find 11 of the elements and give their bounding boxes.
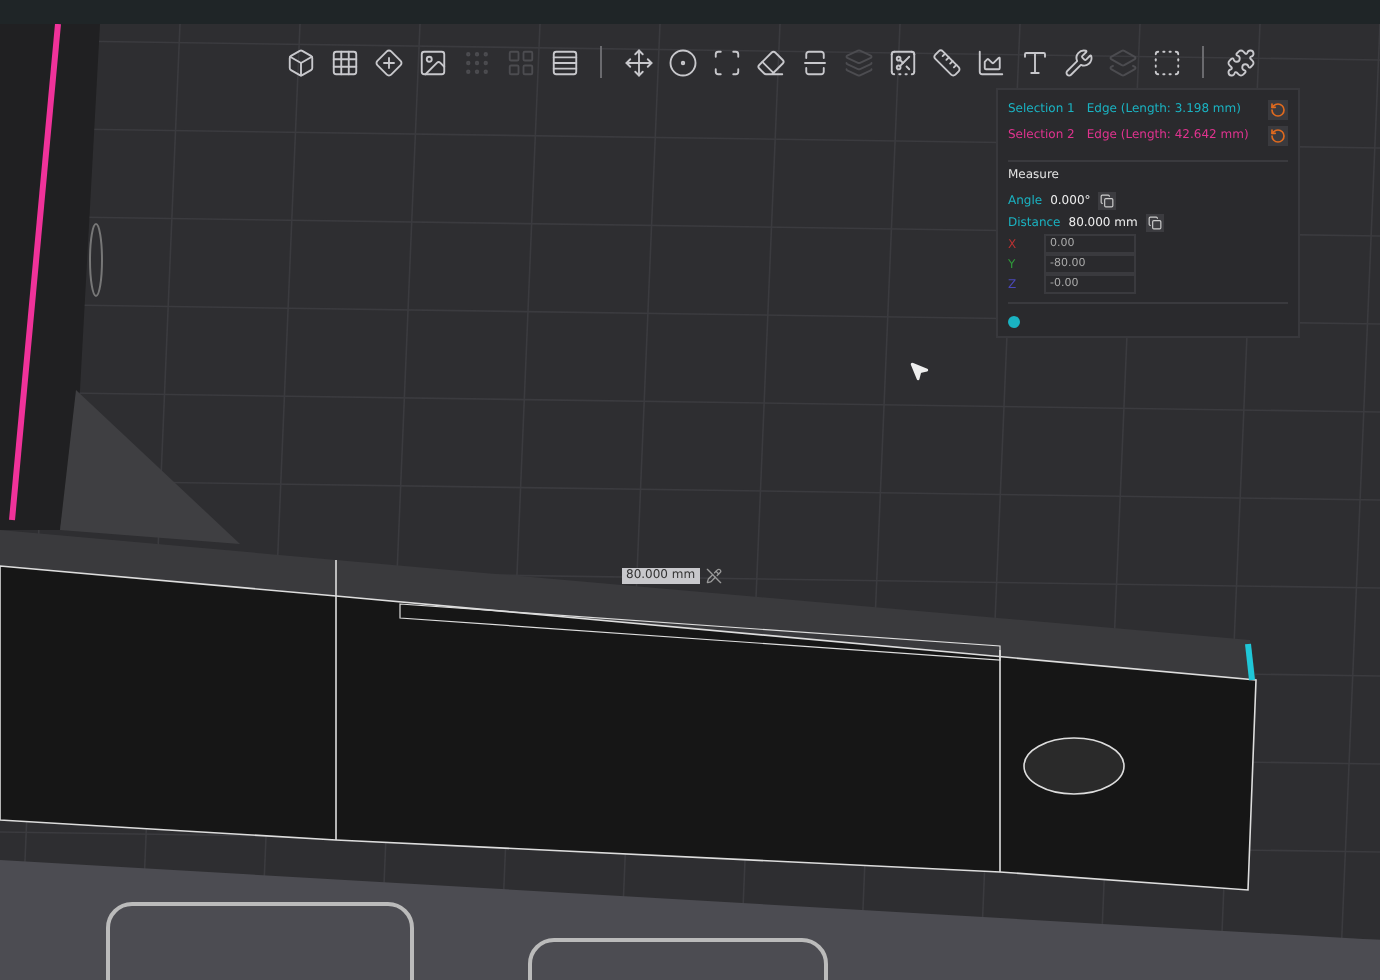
- copy-button[interactable]: [1145, 214, 1164, 232]
- diamond-tool-icon[interactable]: [370, 44, 406, 80]
- status-dot: [1008, 316, 1020, 328]
- ruler-tool-icon[interactable]: [928, 44, 964, 80]
- move-tool-icon[interactable]: [620, 44, 656, 80]
- reset-button[interactable]: [1268, 99, 1288, 119]
- edit-off-icon[interactable]: [705, 568, 722, 584]
- copy-button[interactable]: [1098, 192, 1117, 210]
- puzzle-tool-icon[interactable]: [1222, 44, 1258, 80]
- circle-tool-icon[interactable]: [664, 44, 700, 80]
- reset-button[interactable]: [1268, 125, 1288, 145]
